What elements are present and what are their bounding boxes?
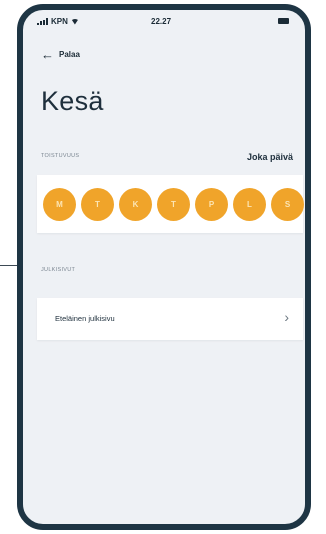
carrier-label: KPN (51, 17, 68, 26)
day-toggle-thursday[interactable]: T (157, 188, 190, 221)
region-item-label: Eteläinen julkisivu (55, 314, 115, 323)
status-time: 22.27 (151, 17, 172, 26)
day-toggle-friday[interactable]: P (195, 188, 228, 221)
day-toggle-wednesday[interactable]: K (119, 188, 152, 221)
days-card: M T K T P L S (37, 175, 304, 233)
regions-section-label: JULKISIVUT (41, 267, 76, 273)
battery-icon (278, 18, 289, 24)
day-toggle-tuesday[interactable]: T (81, 188, 114, 221)
back-label: Palaa (59, 50, 80, 59)
signal-icon (37, 18, 48, 25)
region-item-south[interactable]: Eteläinen julkisivu › (37, 298, 303, 340)
page-title: Kesä (41, 86, 104, 116)
day-toggle-monday[interactable]: M (43, 188, 76, 221)
repeat-value[interactable]: Joka päivä (247, 152, 293, 162)
screen: KPN 22.27 ← Palaa Kesä TOISTUVUUS Joka p… (0, 0, 326, 534)
day-toggle-saturday[interactable]: L (233, 188, 266, 221)
wifi-icon (70, 18, 79, 25)
repeat-section-label: TOISTUVUUS (41, 153, 80, 159)
status-bar: KPN 22.27 (23, 10, 305, 32)
phone-frame: KPN 22.27 ← Palaa Kesä TOISTUVUUS Joka p… (17, 4, 311, 530)
status-left: KPN (37, 17, 79, 26)
chevron-right-icon: › (284, 309, 289, 325)
back-button[interactable]: ← Palaa (41, 48, 80, 61)
day-toggle-sunday[interactable]: S (271, 188, 304, 221)
back-arrow-icon: ← (41, 47, 54, 62)
days-row: M T K T P L S (43, 188, 304, 221)
